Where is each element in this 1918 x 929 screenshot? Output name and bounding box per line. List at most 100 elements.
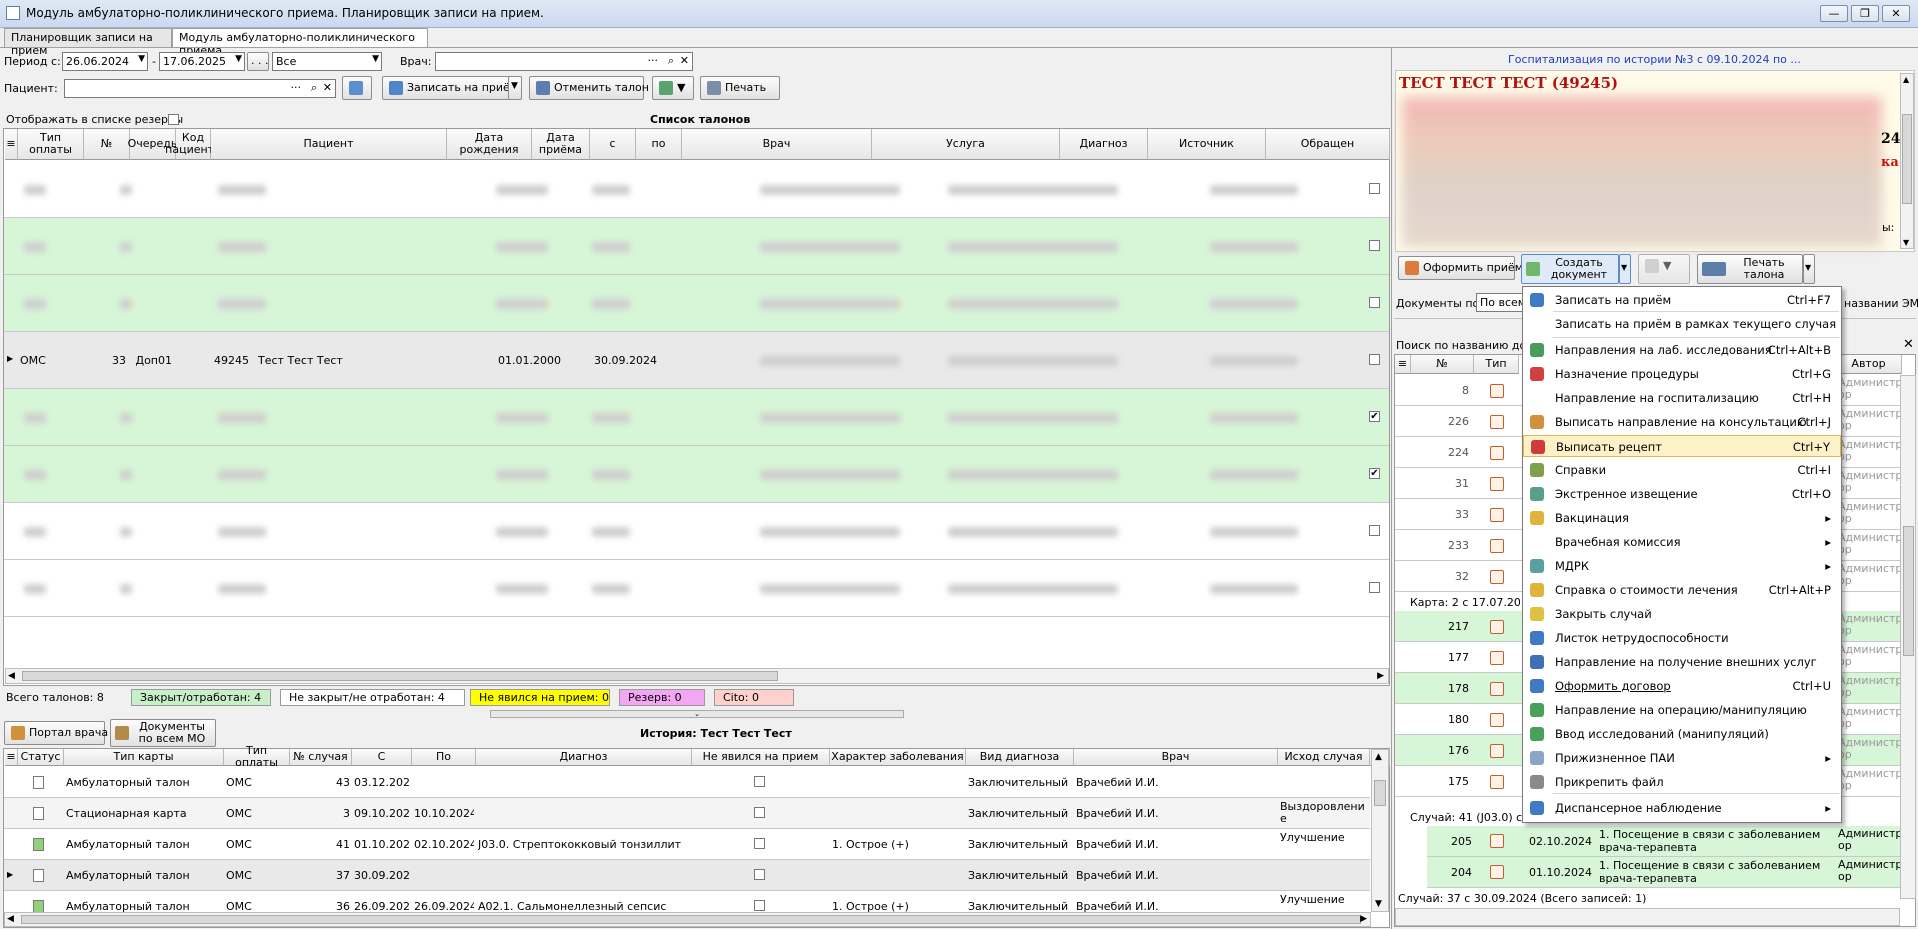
col-header[interactable]: Источник [1148,129,1266,160]
col-header[interactable]: № [84,129,130,160]
register-visit-button[interactable]: Оформить приём [1398,256,1523,280]
col-header[interactable]: № случая [290,749,352,766]
book-appointment-button[interactable]: Записать на приём [382,76,522,100]
print-ticket-button[interactable]: Печать талона [1697,254,1803,284]
ellipsis-icon[interactable]: ··· [648,54,659,67]
noshow-checkbox[interactable] [754,776,765,787]
col-header[interactable]: С [352,749,412,766]
col-header[interactable]: Тип оплаты [18,129,84,160]
hospitalization-link[interactable]: Госпитализация по истории №3 с 09.10.202… [1508,53,1801,66]
menu-item[interactable]: Направление на операцию/манипуляцию [1523,699,1841,721]
menu-item[interactable]: Выписать направление на консультацию Ctrl… [1523,411,1841,433]
edit-document-icon[interactable] [1490,834,1504,848]
tab-scheduler[interactable]: Планировщик записи на прием [4,28,172,57]
noshow-checkbox[interactable] [754,900,765,911]
clear-icon[interactable]: ✕ [680,54,689,67]
col-header[interactable]: Статус [18,749,64,766]
menu-item[interactable]: МДРК ▸ [1523,555,1841,577]
print-button[interactable]: Печать [700,76,780,100]
appeal-checkbox[interactable] [1369,183,1380,194]
history-vscrollbar[interactable]: ▲ ▼ [1371,749,1389,912]
noshow-checkbox[interactable] [754,838,765,849]
noshow-checkbox[interactable] [754,869,765,880]
documents-by-select[interactable]: По всем [1476,293,1524,312]
menu-item[interactable]: Врачебная комиссия ▸ [1523,531,1841,553]
delete-document-button[interactable]: ▼ [1638,254,1690,284]
edit-document-icon[interactable] [1490,538,1504,553]
search-icon[interactable]: ⌕ [668,54,674,68]
menu-item[interactable]: Справки Ctrl+I [1523,459,1841,481]
col-author[interactable]: Автор [1836,355,1902,374]
edit-document-icon[interactable] [1490,476,1504,491]
col-header[interactable]: Характер заболевания [830,749,966,766]
menu-item[interactable]: Экстренное извещение Ctrl+O [1523,483,1841,505]
appeal-checkbox[interactable]: ✔ [1369,411,1380,422]
documents-vscrollbar[interactable] [1900,375,1916,899]
grid-menu-icon[interactable]: ≡ [5,129,18,160]
cancel-ticket-button[interactable]: Отменить талон [529,76,649,100]
edit-document-icon[interactable] [1490,445,1504,460]
col-header[interactable]: Врач [682,129,872,160]
menu-item[interactable]: Закрыть случай [1523,603,1841,625]
col-header[interactable]: Дата приёма [532,129,590,160]
appeal-checkbox[interactable] [1369,297,1380,308]
col-header[interactable]: Врач [1074,749,1278,766]
appeal-checkbox[interactable] [1369,354,1380,365]
date-from-field[interactable]: 26.06.2024 ▼ [62,52,148,71]
col-type[interactable]: Тип [1474,355,1519,374]
maximize-button[interactable]: ❐ [1851,5,1879,22]
col-number[interactable]: № [1411,355,1474,374]
col-header[interactable]: Тип оплаты [224,745,290,769]
col-header[interactable]: Вид диагноза [966,749,1074,766]
refresh-button[interactable]: ▼ [652,76,694,100]
doctor-field[interactable]: ··· ⌕ ✕ [435,52,693,71]
ellipsis-icon[interactable]: ··· [291,81,302,94]
edit-document-icon[interactable] [1490,865,1504,879]
menu-item[interactable]: Ввод исследований (манипуляций) [1523,723,1841,745]
menu-item[interactable]: Листок нетрудоспособности [1523,627,1841,649]
menu-item[interactable]: Выписать рецепт Ctrl+Y [1523,435,1841,457]
menu-item[interactable]: Записать на приём в рамках текущего случ… [1523,313,1841,335]
close-button[interactable]: ✕ [1882,5,1910,22]
grid-menu-icon[interactable]: ≡ [5,749,18,766]
col-header[interactable]: Дата рождения [447,129,532,160]
patient-field[interactable]: ··· ⌕ ✕ [64,79,336,98]
menu-item[interactable]: Направление на госпитализацию Ctrl+H [1523,387,1841,409]
menu-item[interactable]: Прижизненное ПАИ ▸ [1523,747,1841,769]
appeal-checkbox[interactable] [1369,582,1380,593]
col-header[interactable]: Код пациента [165,129,221,160]
table-row[interactable] [4,161,1389,218]
appeal-checkbox[interactable] [1369,525,1380,536]
edit-document-icon[interactable] [1490,383,1504,398]
clear-search-icon[interactable]: ✕ [1903,337,1914,352]
clear-icon[interactable]: ✕ [323,81,332,94]
col-header[interactable]: по [636,129,682,160]
col-header[interactable]: Исход случая [1278,749,1370,766]
edit-document-icon[interactable] [1490,619,1504,634]
menu-item[interactable]: Справка о стоимости лечения Ctrl+Alt+P [1523,579,1841,601]
edit-document-icon[interactable] [1490,712,1504,727]
book-dropdown-button[interactable]: ▼ [508,76,522,100]
noshow-checkbox[interactable] [754,807,765,818]
edit-document-icon[interactable] [1490,743,1504,758]
all-mo-documents-button[interactable]: Документы по всем МО [110,719,216,747]
edit-document-icon[interactable] [1490,569,1504,584]
print-ticket-dropdown[interactable]: ▼ [1803,254,1815,284]
menu-item[interactable]: Вакцинация ▸ [1523,507,1841,529]
menu-item[interactable]: Назначение процедуры Ctrl+G [1523,363,1841,385]
col-header[interactable]: Пациент [211,129,447,160]
table-row[interactable] [4,218,1389,275]
col-header[interactable]: По [412,749,476,766]
splitter-handle[interactable]: ⌄ [490,710,904,718]
scroll-thumb[interactable] [22,671,778,681]
documents-hscrollbar[interactable] [1395,908,1900,926]
history-hscrollbar[interactable]: ◀ ▶ [4,912,1371,927]
minimize-button[interactable]: — [1820,5,1848,22]
menu-item[interactable]: Направления на лаб. исследования Ctrl+Alt… [1523,339,1841,361]
edit-document-icon[interactable] [1490,507,1504,522]
patient-card-button[interactable] [342,76,372,100]
col-header[interactable]: Не явился на прием [692,749,830,766]
table-row[interactable] [4,446,1389,503]
menu-item[interactable]: Диспансерное наблюдение ▸ [1523,797,1841,819]
table-row[interactable] [4,389,1389,446]
